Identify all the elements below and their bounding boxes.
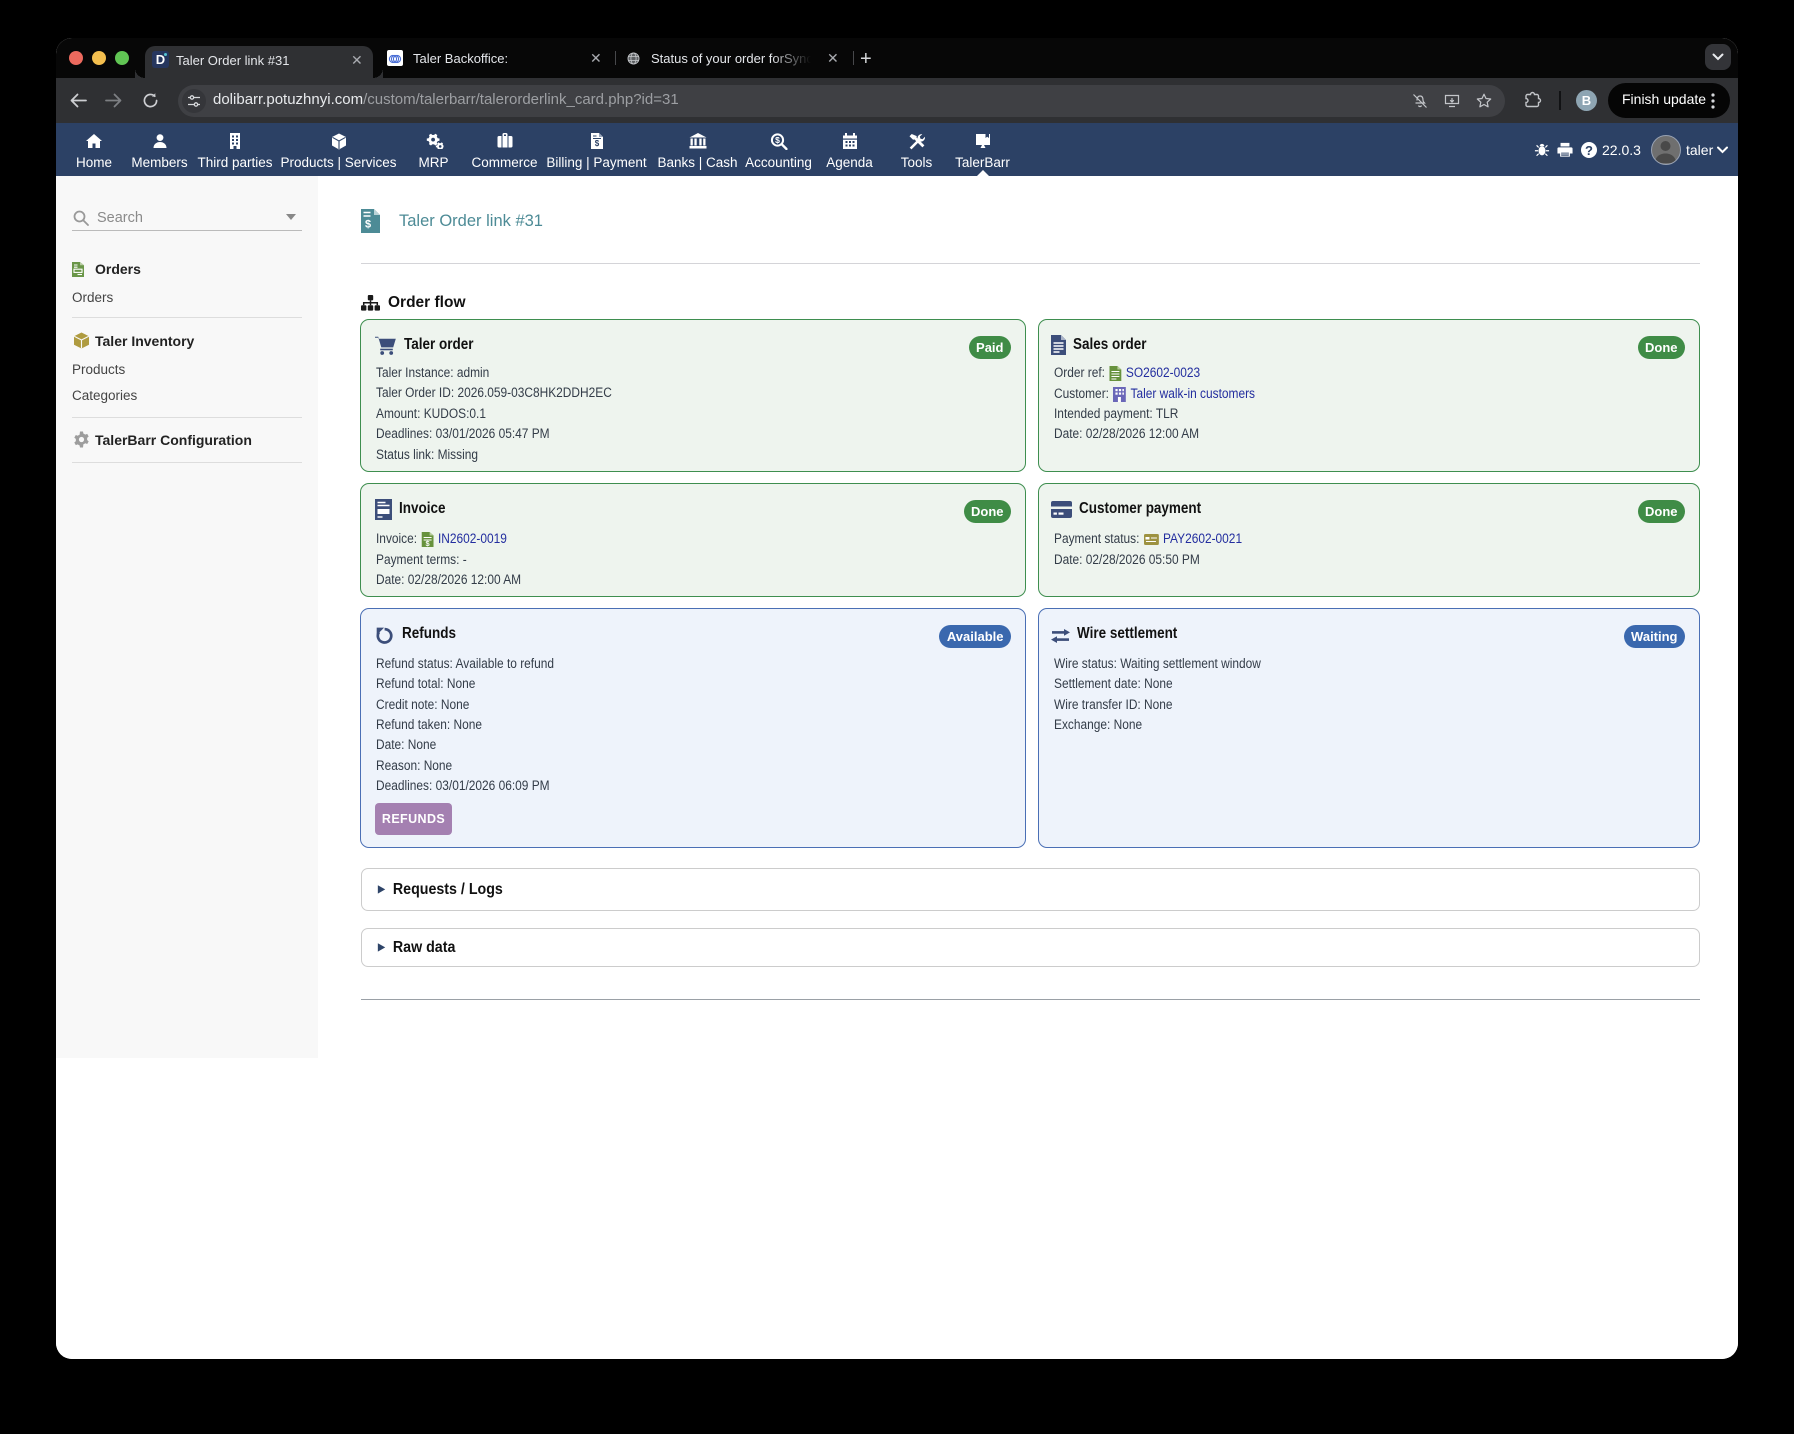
svg-text:$: $ bbox=[775, 135, 780, 145]
svg-text:$: $ bbox=[594, 139, 599, 148]
svg-text:$: $ bbox=[425, 539, 430, 547]
svg-text:$: $ bbox=[365, 219, 371, 231]
